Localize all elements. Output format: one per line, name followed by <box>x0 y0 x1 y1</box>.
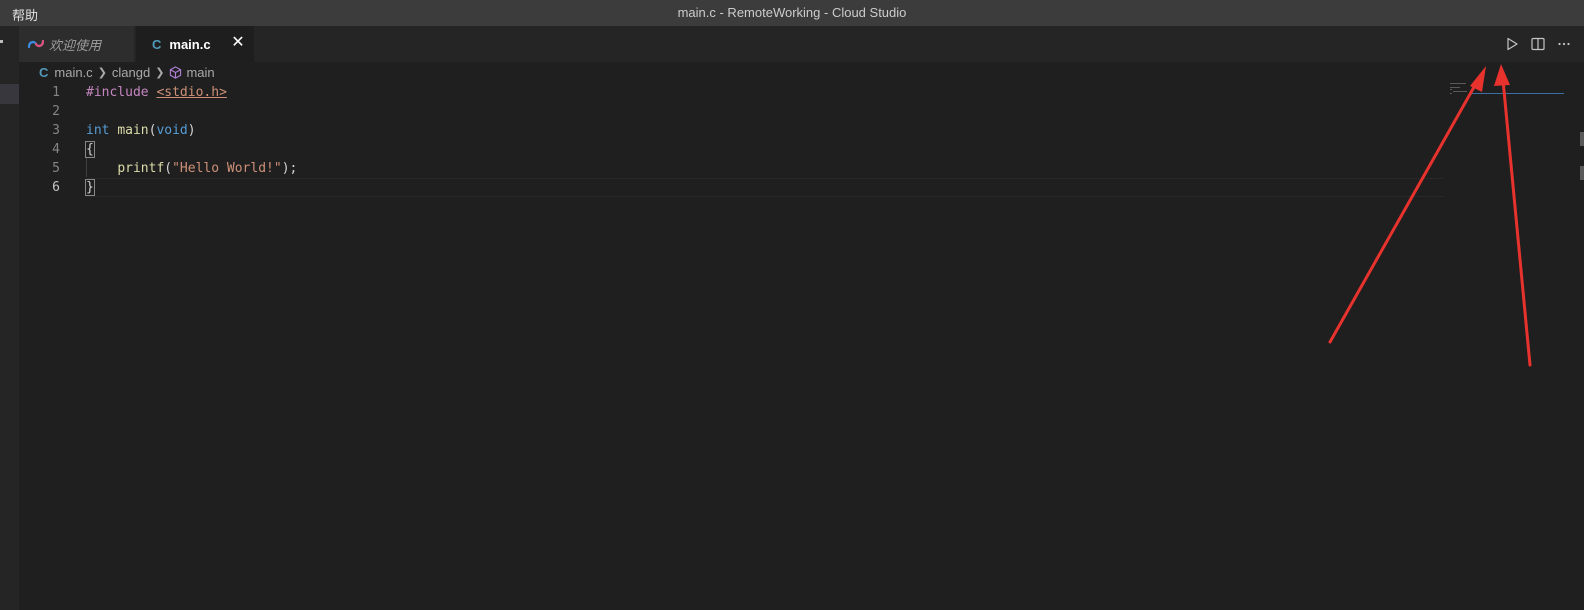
line-number: 1 <box>52 85 60 100</box>
activity-active-item[interactable] <box>0 84 19 104</box>
close-icon[interactable]: ✕ <box>230 35 246 51</box>
tab-welcome-label: 欢迎使用 <box>49 37 102 53</box>
token-brace: { <box>85 141 95 158</box>
vertical-scrollbar[interactable] <box>1564 62 1584 610</box>
code-line[interactable]: 3 int main(void) <box>19 121 1439 140</box>
breadcrumb-file[interactable]: main.c <box>54 65 92 80</box>
token-keyword: void <box>156 123 188 138</box>
chevron-right-icon: ❯ <box>155 66 165 79</box>
activity-bar <box>0 26 19 610</box>
token-keyword: int <box>86 123 110 138</box>
breadcrumb: C main.c ❯ clangd ❯ main <box>19 62 1564 82</box>
scrollbar-marker <box>1580 132 1584 146</box>
token-punctuation: ) <box>187 123 196 138</box>
line-number: 4 <box>52 142 60 157</box>
tab-main-c-label: main.c <box>169 36 211 52</box>
token-function: main <box>117 123 149 138</box>
title-bar: 帮助 main.c - RemoteWorking - Cloud Studio <box>0 0 1584 26</box>
code-line-current[interactable]: 6 } <box>19 178 1444 197</box>
token-preprocessor: #include <box>86 85 149 100</box>
symbol-method-icon <box>170 65 182 79</box>
token-punctuation: ); <box>281 161 298 176</box>
tab-main-c[interactable]: C main.c ✕ <box>136 26 254 62</box>
activity-dot <box>0 40 3 43</box>
run-button[interactable] <box>1504 35 1520 53</box>
code-line[interactable]: 5 printf("Hello World!"); <box>19 159 1439 178</box>
breadcrumb-folder[interactable]: clangd <box>112 65 150 80</box>
tab-bar: 欢迎使用 C main.c ✕ <box>19 26 1584 62</box>
tab-welcome[interactable]: 欢迎使用 <box>19 26 134 62</box>
line-number: 5 <box>52 161 60 176</box>
token-function: printf <box>117 161 165 176</box>
breadcrumb-symbol[interactable]: main <box>186 65 214 80</box>
window-title: main.c - RemoteWorking - Cloud Studio <box>677 5 907 20</box>
code-line[interactable]: 1 #include <stdio.h> <box>19 83 1439 102</box>
line-number: 2 <box>52 104 60 119</box>
token-punctuation: ( <box>164 161 173 176</box>
cloud-studio-logo-icon <box>27 39 45 49</box>
c-file-icon: C <box>39 64 49 80</box>
ellipsis-icon <box>1558 42 1570 46</box>
split-icon <box>1531 37 1545 51</box>
c-file-icon: C <box>152 36 162 52</box>
minimap[interactable] <box>1450 82 1564 102</box>
token-include-path[interactable]: <stdio.h> <box>156 85 226 100</box>
split-editor-button[interactable] <box>1530 35 1546 53</box>
play-icon <box>1507 37 1518 51</box>
code-line[interactable]: 4 { <box>19 140 1439 159</box>
code-editor[interactable]: 1 #include <stdio.h> 2 3 int main(void) … <box>19 82 1564 610</box>
minimap-current-line <box>1470 93 1564 94</box>
editor-actions <box>1504 35 1572 53</box>
token-string: "Hello World!" <box>172 161 282 176</box>
code-line[interactable]: 2 <box>19 102 1439 121</box>
token-brace: } <box>85 179 95 196</box>
current-line-highlight <box>86 178 1444 197</box>
line-number: 6 <box>52 180 60 195</box>
chevron-right-icon: ❯ <box>97 66 107 79</box>
scrollbar-marker <box>1580 166 1584 180</box>
line-number: 3 <box>52 123 60 138</box>
more-actions-button[interactable] <box>1556 35 1572 53</box>
